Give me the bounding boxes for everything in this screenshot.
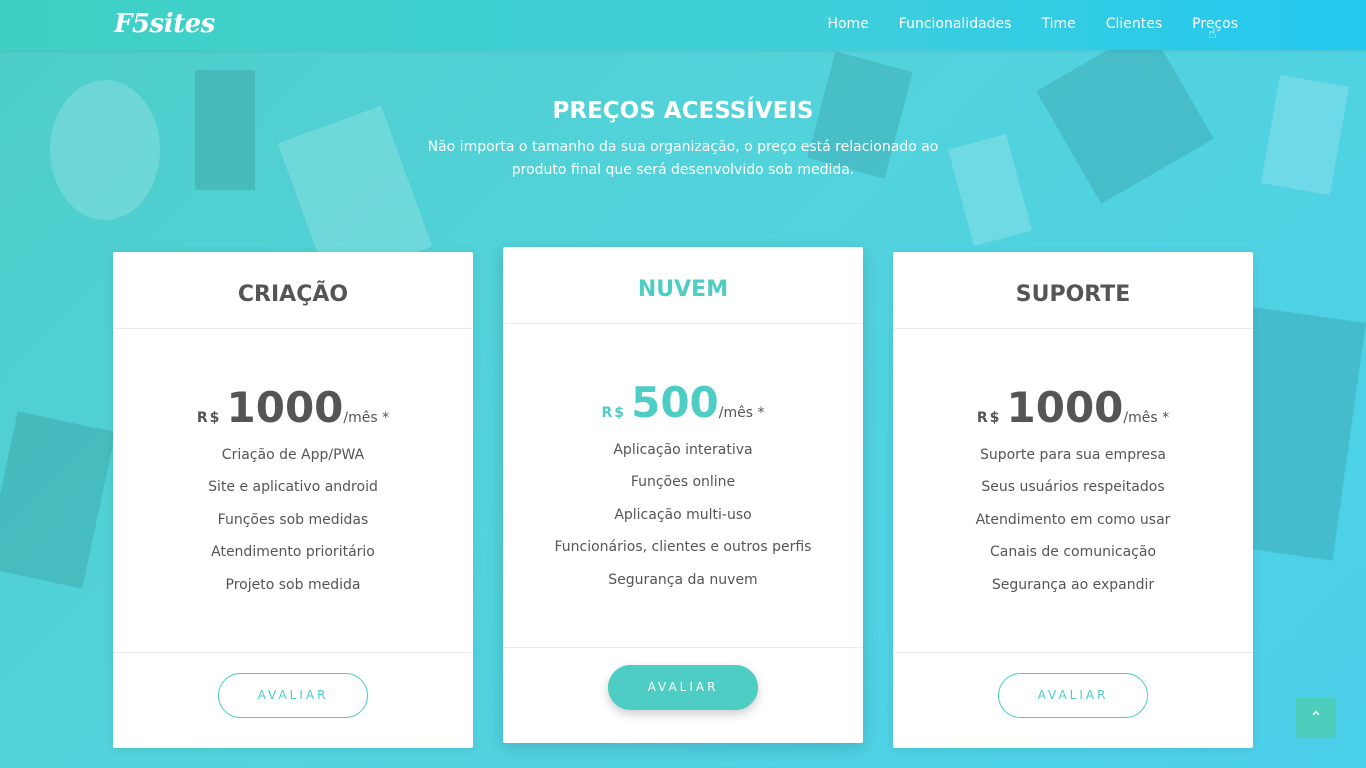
avaliar-button-suporte[interactable]: AVALIAR (998, 673, 1148, 718)
feature-item: Aplicação multi-uso (614, 506, 752, 523)
price-amount: 1000 (1006, 383, 1124, 432)
nav-link-home[interactable]: Home (827, 16, 868, 32)
nav-link-clientes[interactable]: Clientes (1106, 16, 1162, 32)
feature-item: Suporte para sua empresa (979, 447, 1167, 463)
price-amount: 1000 (226, 383, 344, 432)
feature-item: Funções online (630, 474, 736, 491)
site-logo[interactable]: F5sites (114, 9, 215, 39)
feature-item: Atendimento em como usar (975, 511, 1171, 528)
pricing-card-nuvem: NUVEM R$ 500/mês * Aplicação interativa … (503, 247, 863, 743)
card-footer: AVALIAR (503, 647, 863, 743)
pricing-card-suporte: SUPORTE R$ 1000/mês * Suporte para sua e… (893, 252, 1253, 748)
price-period: /mês * (718, 405, 765, 421)
price-amount: 500 (631, 378, 719, 427)
avaliar-button-criacao[interactable]: AVALIAR (218, 673, 368, 718)
pricing-card-criacao: CRIAÇÃO R$ 1000/mês * Criação de App/PWA… (113, 252, 473, 748)
plan-price: R$ 1000/mês * (893, 383, 1253, 435)
back-to-top-button[interactable]: ⌃ (1296, 698, 1336, 738)
feature-item: Segurança ao expandir (991, 576, 1155, 593)
feature-item: Criação de App/PWA (221, 447, 365, 463)
feature-item: Aplicação interativa (613, 442, 753, 458)
card-footer: AVALIAR (893, 652, 1253, 748)
feature-item: Funções sob medidas (217, 511, 369, 528)
plan-name: CRIAÇÃO (113, 252, 473, 329)
plan-price: R$ 500/mês * (503, 378, 863, 430)
feature-item: Funcionários, clientes e outros perfis (554, 539, 812, 556)
feature-list: Suporte para sua empresa Seus usuários r… (893, 439, 1253, 601)
navbar: F5sites Home Funcionalidades Time Client… (0, 0, 1366, 50)
feature-item: Segurança da nuvem (608, 571, 758, 588)
feature-item: Canais de comunicação (989, 544, 1157, 561)
price-period: /mês * (343, 410, 390, 426)
hand-pointer-icon: ☝ (1208, 26, 1217, 42)
nav-link-funcionalidades[interactable]: Funcionalidades (899, 16, 1012, 32)
feature-item: Projeto sob medida (225, 576, 361, 593)
chevron-up-icon: ⌃ (1309, 708, 1323, 727)
plan-price: R$ 1000/mês * (113, 383, 473, 435)
price-currency: R$ (976, 410, 1002, 426)
nav-link-time[interactable]: Time (1041, 16, 1075, 32)
price-period: /mês * (1123, 410, 1170, 426)
card-footer: AVALIAR (113, 652, 473, 748)
price-currency: R$ (601, 405, 627, 421)
price-currency: R$ (196, 410, 222, 426)
feature-item: Site e aplicativo android (208, 479, 378, 496)
feature-item: Seus usuários respeitados (981, 479, 1165, 496)
feature-list: Aplicação interativa Funções online Apli… (503, 434, 863, 596)
section-subtitle: Não importa o tamanho da sua organização… (427, 139, 939, 178)
plan-name: NUVEM (503, 247, 863, 324)
nav-links: Home Funcionalidades Time Clientes Preço… (827, 16, 1238, 32)
feature-list: Criação de App/PWA Site e aplicativo and… (113, 439, 473, 601)
section-title: PREÇOS ACESSÍVEIS (552, 98, 814, 124)
avaliar-button-nuvem[interactable]: AVALIAR (608, 665, 758, 710)
plan-name: SUPORTE (893, 252, 1253, 329)
feature-item: Atendimento prioritário (211, 544, 375, 561)
